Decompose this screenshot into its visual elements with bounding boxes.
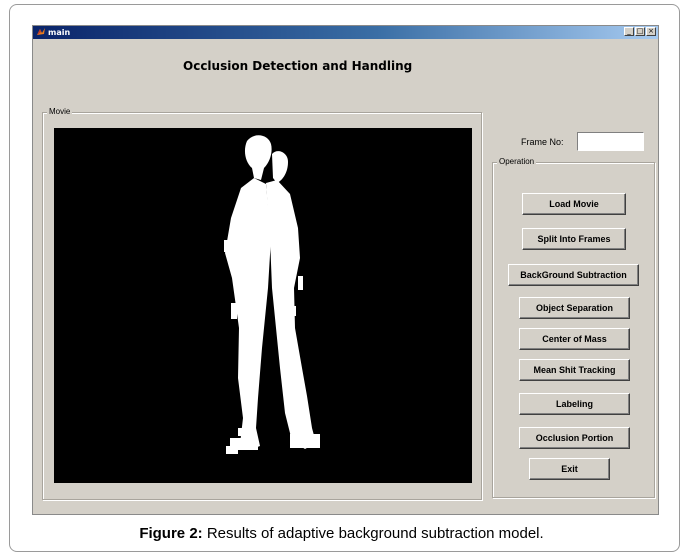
background-subtraction-button[interactable]: BackGround Subtraction [508, 264, 639, 286]
app-heading: Occlusion Detection and Handling [183, 59, 413, 73]
foreground-silhouette [224, 135, 320, 454]
movie-panel-label: Movie [47, 107, 73, 116]
center-of-mass-button[interactable]: Center of Mass [519, 328, 630, 350]
close-button[interactable]: × [646, 27, 656, 36]
frame-no-field[interactable] [577, 132, 644, 151]
load-movie-button[interactable]: Load Movie [522, 193, 626, 215]
object-separation-button[interactable]: Object Separation [519, 297, 630, 319]
maximize-button[interactable]: □ [635, 27, 645, 36]
movie-panel: Movie [42, 107, 482, 500]
matlab-icon [37, 28, 45, 35]
labeling-button[interactable]: Labeling [519, 393, 630, 415]
window-title: main [48, 28, 71, 37]
movie-display [54, 128, 472, 483]
main-window: main _ □ × Occlusion Detection and Handl… [32, 25, 659, 515]
frame-no-label: Frame No: [521, 137, 564, 147]
mean-shift-tracking-button[interactable]: Mean Shit Tracking [519, 359, 630, 381]
split-into-frames-button[interactable]: Split Into Frames [522, 228, 626, 250]
caption-text: Results of adaptive background subtracti… [202, 525, 544, 542]
occlusion-portion-button[interactable]: Occlusion Portion [519, 427, 630, 449]
figure-caption: Figure 2: Results of adaptive background… [0, 525, 683, 542]
title-bar[interactable]: main _ □ × [33, 26, 658, 39]
operation-panel-label: Operation [497, 157, 537, 166]
window-controls: _ □ × [623, 27, 656, 36]
minimize-button[interactable]: _ [624, 27, 634, 36]
caption-prefix: Figure 2: [139, 525, 203, 542]
exit-button[interactable]: Exit [529, 458, 610, 480]
